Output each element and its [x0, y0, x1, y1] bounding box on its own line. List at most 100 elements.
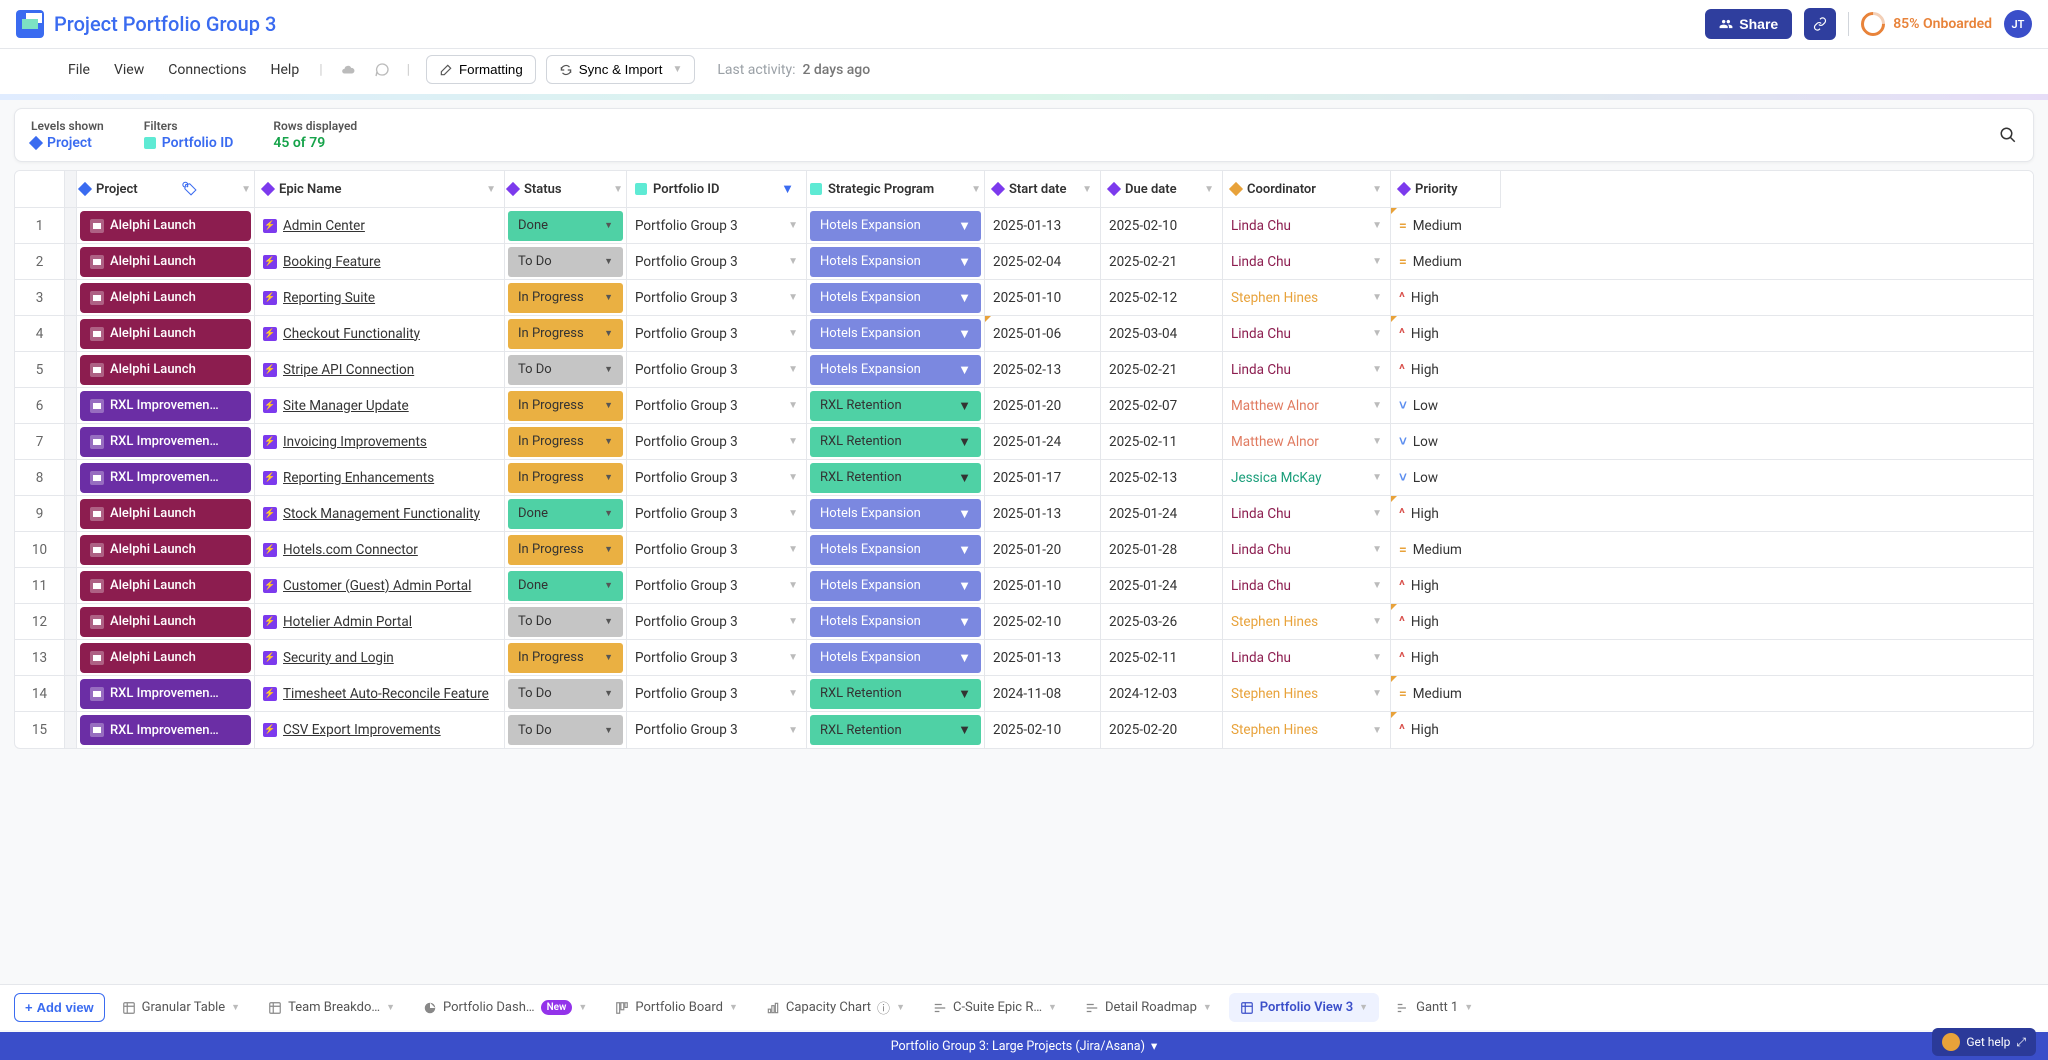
cell-start-date[interactable]: 2025-01-13 [985, 496, 1101, 531]
menu-file[interactable]: File [58, 56, 100, 84]
cell-priority[interactable]: ˅Low [1391, 424, 1501, 459]
table-row[interactable]: 8RXL Improvemen…Reporting EnhancementsIn… [15, 460, 2033, 496]
cell-status[interactable]: To Do▼ [505, 712, 627, 748]
cell-coordinator[interactable]: Stephen Hines▼ [1223, 712, 1391, 748]
th-strategic[interactable]: Strategic Program▼ [807, 171, 985, 208]
cell-priority[interactable]: ^High [1391, 352, 1501, 387]
cell-status[interactable]: In Progress▼ [505, 532, 627, 567]
cell-project[interactable]: Alelphi Launch [77, 280, 255, 315]
cell-epic[interactable]: Booking Feature [255, 244, 505, 279]
cell-epic[interactable]: Reporting Suite [255, 280, 505, 315]
cell-portfolio[interactable]: Portfolio Group 3▼ [627, 676, 807, 711]
cell-priority[interactable]: =Medium [1391, 676, 1501, 711]
cell-portfolio[interactable]: Portfolio Group 3▼ [627, 424, 807, 459]
cell-strategic[interactable]: RXL Retention▼ [807, 424, 985, 459]
cell-project[interactable]: RXL Improvemen… [77, 388, 255, 423]
cell-portfolio[interactable]: Portfolio Group 3▼ [627, 568, 807, 603]
cell-priority[interactable]: ^High [1391, 496, 1501, 531]
cell-epic[interactable]: Stripe API Connection [255, 352, 505, 387]
cell-due-date[interactable]: 2025-02-13 [1101, 460, 1223, 495]
cell-status[interactable]: To Do▼ [505, 244, 627, 279]
cell-priority[interactable]: ^High [1391, 280, 1501, 315]
cell-coordinator[interactable]: Linda Chu▼ [1223, 352, 1391, 387]
cell-priority[interactable]: ^High [1391, 316, 1501, 351]
tab-gantt-1[interactable]: Gantt 1▼ [1385, 993, 1484, 1022]
levels-shown[interactable]: Levels shown Project [31, 119, 104, 151]
cell-priority[interactable]: ˅Low [1391, 388, 1501, 423]
cell-start-date[interactable]: 2025-01-10 [985, 568, 1101, 603]
sync-import-button[interactable]: Sync & Import ▼ [546, 55, 696, 84]
comment-icon[interactable] [367, 58, 397, 82]
menu-connections[interactable]: Connections [158, 56, 256, 84]
cell-priority[interactable]: ^High [1391, 604, 1501, 639]
cell-coordinator[interactable]: Linda Chu▼ [1223, 568, 1391, 603]
cell-epic[interactable]: Invoicing Improvements [255, 424, 505, 459]
cell-due-date[interactable]: 2025-02-07 [1101, 388, 1223, 423]
cell-due-date[interactable]: 2025-02-20 [1101, 712, 1223, 748]
cell-due-date[interactable]: 2024-12-03 [1101, 676, 1223, 711]
cell-start-date[interactable]: 2025-02-04 [985, 244, 1101, 279]
cell-project[interactable]: Alelphi Launch [77, 496, 255, 531]
cell-due-date[interactable]: 2025-02-11 [1101, 424, 1223, 459]
cell-epic[interactable]: CSV Export Improvements [255, 712, 505, 748]
cell-start-date[interactable]: 2025-02-13 [985, 352, 1101, 387]
table-row[interactable]: 11Alelphi LaunchCustomer (Guest) Admin P… [15, 568, 2033, 604]
tab-team-breakdown[interactable]: Team Breakdo…▼ [257, 993, 406, 1022]
cell-strategic[interactable]: Hotels Expansion▼ [807, 316, 985, 351]
cell-start-date[interactable]: 2025-01-06 [985, 316, 1101, 351]
cell-due-date[interactable]: 2025-02-21 [1101, 244, 1223, 279]
cell-due-date[interactable]: 2025-02-12 [1101, 280, 1223, 315]
cell-status[interactable]: In Progress▼ [505, 280, 627, 315]
menu-help[interactable]: Help [261, 56, 310, 84]
cell-epic[interactable]: Reporting Enhancements [255, 460, 505, 495]
cell-portfolio[interactable]: Portfolio Group 3▼ [627, 496, 807, 531]
th-epic[interactable]: Epic Name▼ [255, 171, 505, 208]
cell-due-date[interactable]: 2025-01-28 [1101, 532, 1223, 567]
table-row[interactable]: 15RXL Improvemen…CSV Export Improvements… [15, 712, 2033, 748]
cell-strategic[interactable]: RXL Retention▼ [807, 388, 985, 423]
cell-status[interactable]: To Do▼ [505, 352, 627, 387]
cell-coordinator[interactable]: Linda Chu▼ [1223, 640, 1391, 675]
cell-portfolio[interactable]: Portfolio Group 3▼ [627, 208, 807, 243]
cell-priority[interactable]: ^High [1391, 568, 1501, 603]
cell-status[interactable]: In Progress▼ [505, 316, 627, 351]
cell-project[interactable]: Alelphi Launch [77, 640, 255, 675]
cell-status[interactable]: Done▼ [505, 568, 627, 603]
cell-project[interactable]: Alelphi Launch [77, 208, 255, 243]
tab-capacity-chart[interactable]: Capacity Chartⓘ▼ [755, 991, 916, 1024]
cell-strategic[interactable]: Hotels Expansion▼ [807, 640, 985, 675]
tab-portfolio-board[interactable]: Portfolio Board▼ [604, 993, 749, 1022]
cell-status[interactable]: In Progress▼ [505, 424, 627, 459]
cell-strategic[interactable]: Hotels Expansion▼ [807, 244, 985, 279]
cell-coordinator[interactable]: Matthew Alnor▼ [1223, 388, 1391, 423]
cell-epic[interactable]: Security and Login [255, 640, 505, 675]
cell-start-date[interactable]: 2025-01-20 [985, 532, 1101, 567]
cell-due-date[interactable]: 2025-02-11 [1101, 640, 1223, 675]
table-row[interactable]: 14RXL Improvemen…Timesheet Auto-Reconcil… [15, 676, 2033, 712]
chevron-down-icon[interactable]: ▾ [1151, 1038, 1157, 1054]
cell-status[interactable]: Done▼ [505, 208, 627, 243]
cell-portfolio[interactable]: Portfolio Group 3▼ [627, 532, 807, 567]
cell-epic[interactable]: Site Manager Update [255, 388, 505, 423]
cell-portfolio[interactable]: Portfolio Group 3▼ [627, 316, 807, 351]
tab-portfolio-view-3[interactable]: Portfolio View 3▼ [1229, 993, 1379, 1022]
cell-project[interactable]: Alelphi Launch [77, 568, 255, 603]
cell-status[interactable]: Done▼ [505, 496, 627, 531]
table-row[interactable]: 10Alelphi LaunchHotels.com ConnectorIn P… [15, 532, 2033, 568]
cell-start-date[interactable]: 2024-11-08 [985, 676, 1101, 711]
cell-start-date[interactable]: 2025-01-20 [985, 388, 1101, 423]
th-due[interactable]: Due date▼ [1101, 171, 1223, 208]
cell-project[interactable]: RXL Improvemen… [77, 712, 255, 748]
cell-coordinator[interactable]: Stephen Hines▼ [1223, 280, 1391, 315]
cell-project[interactable]: RXL Improvemen… [77, 460, 255, 495]
cell-portfolio[interactable]: Portfolio Group 3▼ [627, 244, 807, 279]
cell-priority[interactable]: =Medium [1391, 208, 1501, 243]
cell-portfolio[interactable]: Portfolio Group 3▼ [627, 280, 807, 315]
onboarding-indicator[interactable]: 85% Onboarded [1861, 12, 1992, 36]
tab-granular-table[interactable]: Granular Table▼ [111, 993, 251, 1022]
th-portfolio[interactable]: Portfolio ID▼ [627, 171, 807, 208]
cell-strategic[interactable]: RXL Retention▼ [807, 460, 985, 495]
cell-priority[interactable]: ^High [1391, 712, 1501, 748]
user-avatar[interactable]: JT [2004, 10, 2032, 38]
cell-start-date[interactable]: 2025-01-13 [985, 640, 1101, 675]
